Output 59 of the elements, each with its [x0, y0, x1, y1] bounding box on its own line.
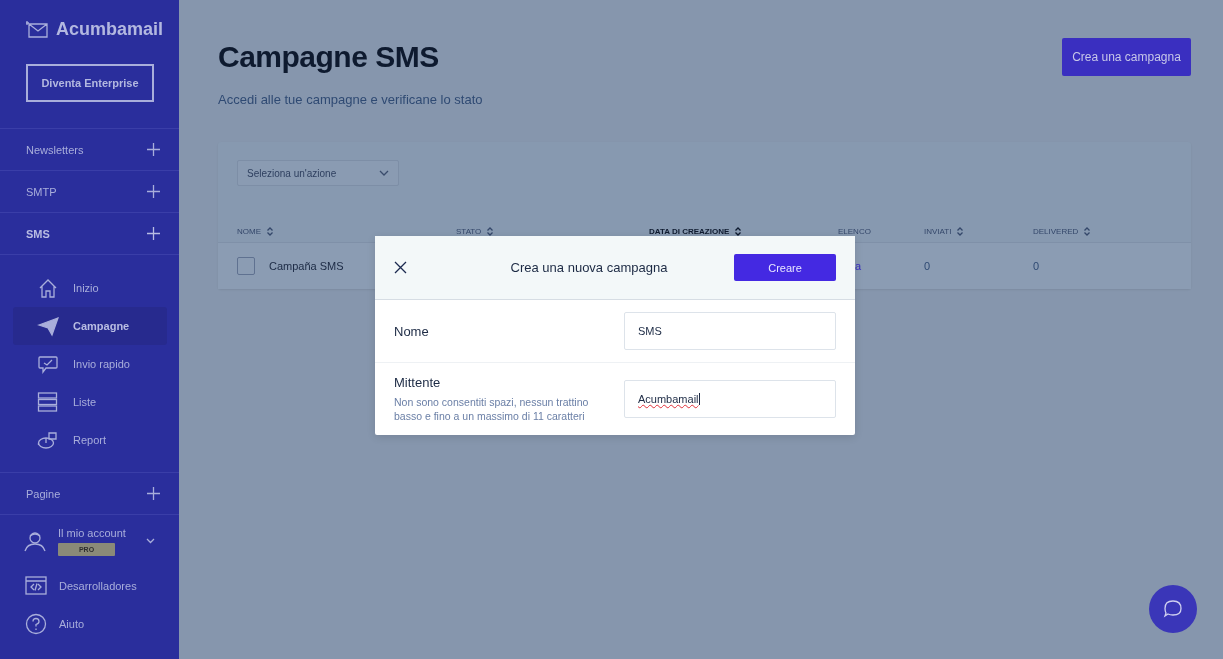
table-cell-text: 0 [1033, 260, 1041, 272]
campaign-name[interactable]: Campaña SMS [269, 260, 344, 272]
column-header[interactable]: ELENCO [838, 226, 871, 236]
account-label[interactable]: Il mio account [58, 526, 134, 539]
nav-item[interactable]: Liste [13, 383, 167, 421]
envelope-icon [26, 20, 48, 38]
chevron-down-icon [379, 170, 389, 176]
chat-check-icon [37, 353, 59, 375]
list-icon [37, 391, 59, 413]
field-label: Mittente [394, 375, 442, 390]
column-header[interactable]: STATO [456, 226, 494, 236]
chat-bubble-icon [1163, 599, 1183, 619]
page-subtitle: Accedi alle tue campagne e verificane lo stato [218, 92, 483, 107]
user-icon [24, 530, 46, 552]
nav-item[interactable]: Desarrolladores [0, 567, 179, 605]
sort-icon [957, 226, 964, 236]
plus-icon [147, 185, 160, 198]
row-checkbox[interactable] [237, 257, 255, 275]
create-campaign-button[interactable]: Crea una campagna [1062, 38, 1191, 76]
nav-item[interactable]: Campagne [13, 307, 167, 345]
column-header[interactable]: NOME [237, 226, 273, 236]
close-icon [394, 261, 407, 274]
plus-icon [147, 487, 160, 500]
plus-icon [147, 227, 160, 240]
sort-icon [735, 226, 742, 236]
nav-section[interactable]: Pagine [0, 472, 179, 514]
create-button[interactable]: Creare [734, 254, 836, 281]
logo-text: Acumbamail [56, 18, 164, 40]
chat-button[interactable] [1149, 585, 1197, 633]
nav-section[interactable]: SMS [0, 212, 179, 254]
nav-section[interactable]: SMTP [0, 170, 179, 212]
dialog-title: Crea una nuova campagna [509, 260, 669, 275]
column-header[interactable]: INVIATI [924, 226, 964, 236]
upgrade-button[interactable]: Diventa Enterprise [26, 64, 154, 102]
nav-section[interactable]: Newsletters [0, 128, 179, 170]
code-window-icon [25, 575, 47, 597]
paper-plane-icon [37, 315, 59, 337]
input-field[interactable]: SMS [624, 312, 836, 350]
field-label: Nome [394, 323, 430, 339]
input-field[interactable]: Acumbamail [624, 380, 836, 418]
close-button[interactable] [394, 261, 407, 274]
page-title: Campagne SMS [218, 40, 440, 74]
sort-icon [1084, 226, 1091, 236]
help-icon [25, 613, 47, 635]
nav-item[interactable]: Aiuto [0, 605, 179, 643]
column-header[interactable]: DELIVERED [1033, 226, 1091, 236]
table-cell-text: 0 [924, 260, 932, 272]
nav-item[interactable]: Inizio [13, 269, 167, 307]
plus-icon [147, 143, 160, 156]
action-dropdown[interactable]: Seleziona un'azione [237, 160, 399, 186]
nav-item[interactable]: Report [13, 421, 167, 459]
chevron-down-icon [146, 538, 155, 544]
home-icon [37, 277, 59, 299]
nav-item[interactable]: Invio rapido [13, 345, 167, 383]
column-header[interactable]: DATA DI CREAZIONE [649, 226, 742, 236]
pie-chart-icon [37, 429, 59, 451]
sort-icon [487, 226, 494, 236]
sort-icon [267, 226, 273, 236]
field-hint: Non sono consentiti spazi, nessun trattino basso e fino a un massimo di 11 caratteri [394, 395, 590, 423]
